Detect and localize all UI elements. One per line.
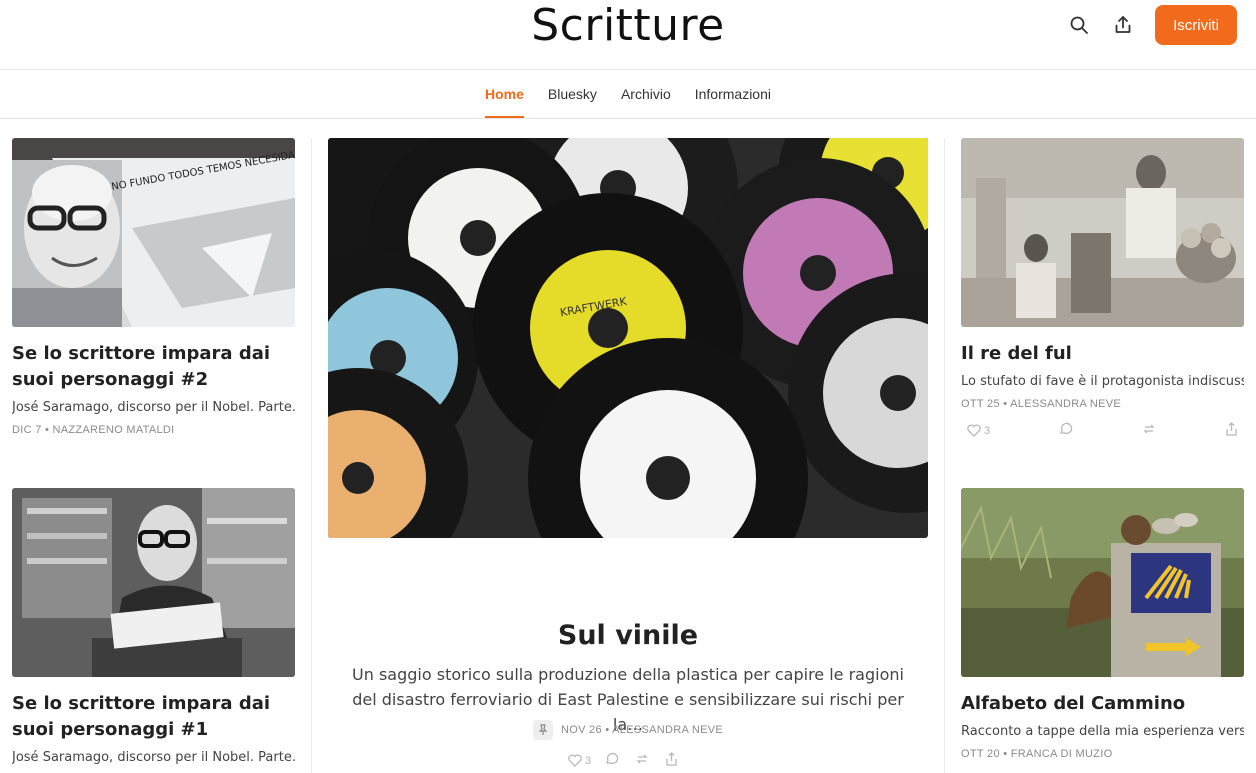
share-post-button[interactable] [1225, 422, 1238, 439]
share-icon [666, 752, 677, 766]
comment-icon [606, 752, 619, 765]
comment-button[interactable] [1059, 422, 1073, 439]
post-title[interactable]: Se lo scrittore impara dai suoi personag… [12, 341, 295, 393]
tab-home[interactable]: Home [485, 70, 524, 119]
featured-title[interactable]: Sul vinile [328, 616, 928, 656]
post-title[interactable]: Se lo scrittore impara dai suoi personag… [12, 691, 295, 743]
nav-bar: Home Bluesky Archivio Informazioni [0, 70, 1256, 119]
featured-actions: 3 [568, 752, 678, 769]
search-button[interactable] [1059, 5, 1099, 45]
restack-button[interactable] [1142, 422, 1156, 439]
tab-informazioni[interactable]: Informazioni [695, 70, 771, 119]
post-actions: 3 [961, 422, 1238, 439]
post-subtitle: Lo stufato di fave è il protagonista ind… [961, 374, 1244, 389]
restack-icon [636, 754, 648, 764]
post-meta: DIC 7 • NAZZARENO MATALDI [12, 424, 175, 436]
nav-tabs: Home Bluesky Archivio Informazioni [0, 70, 1256, 119]
post-card[interactable]: Il re del ful Lo stufato di fave è il pr… [961, 138, 1244, 439]
post-subtitle: José Saramago, discorso per il Nobel. Pa… [12, 400, 295, 415]
column-divider [944, 138, 945, 773]
post-thumbnail[interactable] [961, 488, 1244, 677]
featured-meta: NOV 26 • ALESSANDRA NEVE [328, 720, 928, 740]
site-header: Scritture Iscriviti [0, 0, 1256, 70]
comment-icon [1060, 422, 1073, 435]
post-card[interactable]: Se lo scrittore impara dai suoi personag… [12, 488, 295, 768]
featured-meta-text: NOV 26 • ALESSANDRA NEVE [560, 724, 724, 736]
column-divider [311, 138, 312, 773]
post-card[interactable]: NO FUNDO TODOS TEMOS NECESIDADE DE DIZER… [12, 138, 295, 436]
like-count: 3 [585, 754, 592, 767]
pin-icon [532, 720, 553, 740]
tab-bluesky[interactable]: Bluesky [548, 70, 597, 119]
post-title[interactable]: Alfabeto del Cammino [961, 691, 1244, 717]
like-button[interactable]: 3 [568, 754, 591, 767]
like-count: 3 [984, 424, 991, 437]
post-title[interactable]: Il re del ful [961, 341, 1244, 367]
share-icon [1115, 16, 1131, 33]
heart-icon [568, 754, 582, 767]
post-subtitle: José Saramago, discorso per il Nobel. Pa… [12, 750, 295, 765]
subscribe-button[interactable]: Iscriviti [1155, 5, 1237, 45]
post-meta: OTT 25 • ALESSANDRA NEVE [961, 398, 1122, 410]
restack-button[interactable] [635, 752, 649, 769]
tab-archivio[interactable]: Archivio [621, 70, 671, 119]
featured-image[interactable]: KRAFTWERK [328, 138, 928, 538]
post-thumbnail[interactable] [12, 488, 295, 677]
post-subtitle: Racconto a tappe della mia esperienza ve… [961, 724, 1244, 739]
post-thumbnail[interactable] [961, 138, 1244, 327]
header-actions: Iscriviti [1059, 5, 1237, 45]
heart-icon [967, 424, 981, 437]
comment-button[interactable] [605, 752, 619, 769]
like-button[interactable]: 3 [967, 424, 990, 437]
share-button[interactable] [1103, 5, 1143, 45]
search-icon [1070, 16, 1088, 34]
share-post-button[interactable] [665, 752, 678, 769]
post-card[interactable]: Alfabeto del Cammino Racconto a tappe de… [961, 488, 1244, 760]
post-thumbnail[interactable]: NO FUNDO TODOS TEMOS NECESIDADE DE DIZER… [12, 138, 295, 327]
share-icon [1226, 422, 1237, 436]
restack-icon [1143, 424, 1155, 434]
post-meta: OTT 20 • FRANCA DI MUZIO [961, 748, 1113, 760]
